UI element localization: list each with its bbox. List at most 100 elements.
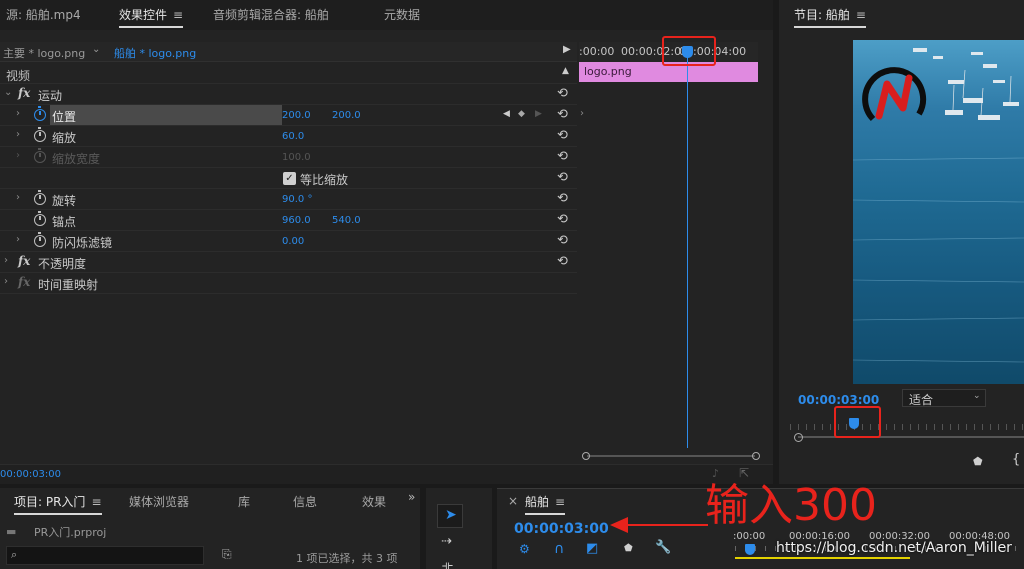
reset-icon[interactable]: ⟲ xyxy=(557,191,568,206)
tab-library[interactable]: 库 xyxy=(238,493,250,510)
search-icon: ⌕ xyxy=(11,548,18,561)
wrench-icon[interactable]: 🔧 xyxy=(655,540,671,555)
tab-effect-controls[interactable]: 效果控件 ≡ xyxy=(119,6,184,28)
ripple-edit-tool-icon[interactable]: ⟛ xyxy=(442,558,453,569)
collapse-up-icon[interactable]: ▲ xyxy=(562,66,569,76)
row-scale: › 缩放 60.0 ⟲ xyxy=(0,126,577,147)
prev-keyframe-icon[interactable]: ◀ xyxy=(503,109,510,119)
playhead-line[interactable] xyxy=(687,48,688,448)
selection-tool-button[interactable]: ➤ xyxy=(437,504,463,528)
chevron-right-icon[interactable]: › xyxy=(16,234,20,245)
reset-icon[interactable]: ⟲ xyxy=(557,233,568,248)
sequence-tab[interactable]: 船舶 ≡ xyxy=(525,493,566,515)
selection-count: 1 项已选择，共 3 项 xyxy=(296,552,398,565)
reset-icon[interactable]: ⟲ xyxy=(557,254,568,269)
stopwatch-icon[interactable] xyxy=(34,232,46,247)
chevron-right-icon[interactable]: › xyxy=(16,108,20,119)
scale-value[interactable]: 60.0 xyxy=(282,131,304,142)
add-marker-icon[interactable]: ⬟ xyxy=(624,543,633,554)
position-label-highlight xyxy=(50,105,282,125)
anti-flicker-value[interactable]: 0.00 xyxy=(282,236,304,247)
linked-selection-icon[interactable]: ◩ xyxy=(586,541,598,556)
tab-overflow-icon[interactable]: » xyxy=(408,490,415,504)
reset-icon[interactable]: ⟲ xyxy=(557,86,568,101)
rotation-value[interactable]: 90.0 ° xyxy=(282,194,312,205)
scrollbar-start-handle[interactable] xyxy=(582,452,590,460)
tab-info[interactable]: 信息 xyxy=(293,493,317,510)
timeline-scrollbar[interactable] xyxy=(582,452,760,460)
reset-icon[interactable]: ⟲ xyxy=(557,149,568,164)
play-arrow-icon[interactable]: ▶ xyxy=(563,44,571,55)
fx-icon[interactable]: fx xyxy=(18,254,30,268)
menu-icon[interactable]: ≡ xyxy=(555,495,565,509)
stopwatch-icon[interactable] xyxy=(34,211,46,226)
position-y-value[interactable]: 200.0 xyxy=(332,110,361,121)
reset-icon[interactable]: ⟲ xyxy=(557,128,568,143)
nest-icon[interactable]: ⚙ xyxy=(519,542,530,556)
new-bin-icon[interactable]: ⎘ xyxy=(222,547,232,562)
add-keyframe-icon[interactable]: ◆ xyxy=(518,109,525,119)
tab-effects[interactable]: 效果 xyxy=(362,493,386,510)
position-x-value[interactable]: 200.0 xyxy=(282,110,311,121)
tab-metadata[interactable]: 元数据 xyxy=(384,6,420,23)
tab-audio-mixer[interactable]: 音频剪辑混合器: 船舶 xyxy=(213,6,329,23)
tab-source[interactable]: 源: 船舶.mp4 xyxy=(6,6,81,23)
seq-playhead[interactable] xyxy=(745,544,755,555)
track-select-tool-icon[interactable]: ⇢ xyxy=(441,534,452,549)
scrub-start-handle[interactable] xyxy=(794,433,803,442)
row-anti-flicker: › 防闪烁滤镜 0.00 ⟲ xyxy=(0,231,577,252)
stopwatch-icon[interactable] xyxy=(34,106,46,121)
snap-icon[interactable]: ∩ xyxy=(554,541,564,557)
tab-effect-controls-label: 效果控件 xyxy=(119,8,168,22)
stopwatch-icon[interactable] xyxy=(34,127,46,142)
master-clip-label[interactable]: 主要 * logo.png xyxy=(3,45,85,61)
chevron-right-icon[interactable]: › xyxy=(16,192,20,203)
seq-work-area-bar[interactable] xyxy=(735,557,910,559)
tab-project-label: 项目: PR入门 xyxy=(14,495,86,509)
row-label: 缩放 xyxy=(52,131,77,145)
chevron-right-icon[interactable]: › xyxy=(16,129,20,140)
fx-icon[interactable]: fx xyxy=(18,86,30,100)
fit-dropdown[interactable]: 适合 ⌄ xyxy=(902,389,986,407)
program-tab[interactable]: 节目: 船舶 ≡ xyxy=(794,6,866,28)
video-frame[interactable] xyxy=(853,40,1024,384)
fit-dropdown-value: 适合 xyxy=(909,393,934,407)
current-time[interactable]: 00:00:03:00 xyxy=(0,469,61,480)
stopwatch-icon xyxy=(34,148,46,163)
menu-icon[interactable]: ≡ xyxy=(91,495,101,509)
scrollbar-end-handle[interactable] xyxy=(752,452,760,460)
uniform-scale-checkbox[interactable]: ✓ xyxy=(283,172,296,185)
anchor-y-value[interactable]: 540.0 xyxy=(332,215,361,226)
next-keyframe-icon[interactable]: ▶ xyxy=(535,109,542,119)
marker-icon[interactable]: ⬟ xyxy=(973,455,983,468)
tools-panel xyxy=(426,488,492,569)
sequence-timecode[interactable]: 00:00:03:00 xyxy=(514,521,609,537)
export-icon[interactable]: ⇱ xyxy=(739,466,749,480)
close-sequence-icon[interactable]: × xyxy=(508,494,518,508)
reset-icon[interactable]: ⟲ xyxy=(557,212,568,227)
menu-icon[interactable]: ≡ xyxy=(856,8,866,22)
reset-icon[interactable]: ⟲ xyxy=(557,107,568,122)
stopwatch-icon[interactable] xyxy=(34,190,46,205)
chevron-right-icon[interactable]: › xyxy=(4,276,8,287)
chevron-down-icon[interactable]: ⌄ xyxy=(92,44,100,55)
seq-ruler-0: :00:00 xyxy=(733,531,766,542)
ruler-baseline xyxy=(798,436,1024,438)
program-timecode[interactable]: 00:00:03:00 xyxy=(798,393,879,407)
program-scrub-ruler[interactable] xyxy=(790,420,1024,444)
tab-menu-icon[interactable]: ≡ xyxy=(173,8,183,22)
chevron-right-icon: › xyxy=(16,150,20,161)
chevron-right-icon[interactable]: › xyxy=(4,255,8,266)
watermark-text: https://blog.csdn.net/Aaron_Miller xyxy=(776,540,1012,556)
project-file-name[interactable]: PR入门.prproj xyxy=(34,524,106,540)
audio-loop-icon[interactable]: ♪ xyxy=(712,467,719,480)
anchor-x-value[interactable]: 960.0 xyxy=(282,215,311,226)
tab-project[interactable]: 项目: PR入门 ≡ xyxy=(14,493,102,515)
sequence-clip-label[interactable]: 船舶 * logo.png xyxy=(114,45,196,61)
project-search-input[interactable]: ⌕ xyxy=(6,546,204,565)
reset-icon[interactable]: ⟲ xyxy=(557,170,568,185)
tab-media-browser[interactable]: 媒体浏览器 xyxy=(129,493,189,510)
chevron-expanded-icon[interactable]: ⌄ xyxy=(4,87,12,98)
logo-image[interactable] xyxy=(861,64,931,136)
in-point-icon[interactable]: { xyxy=(1012,452,1020,467)
